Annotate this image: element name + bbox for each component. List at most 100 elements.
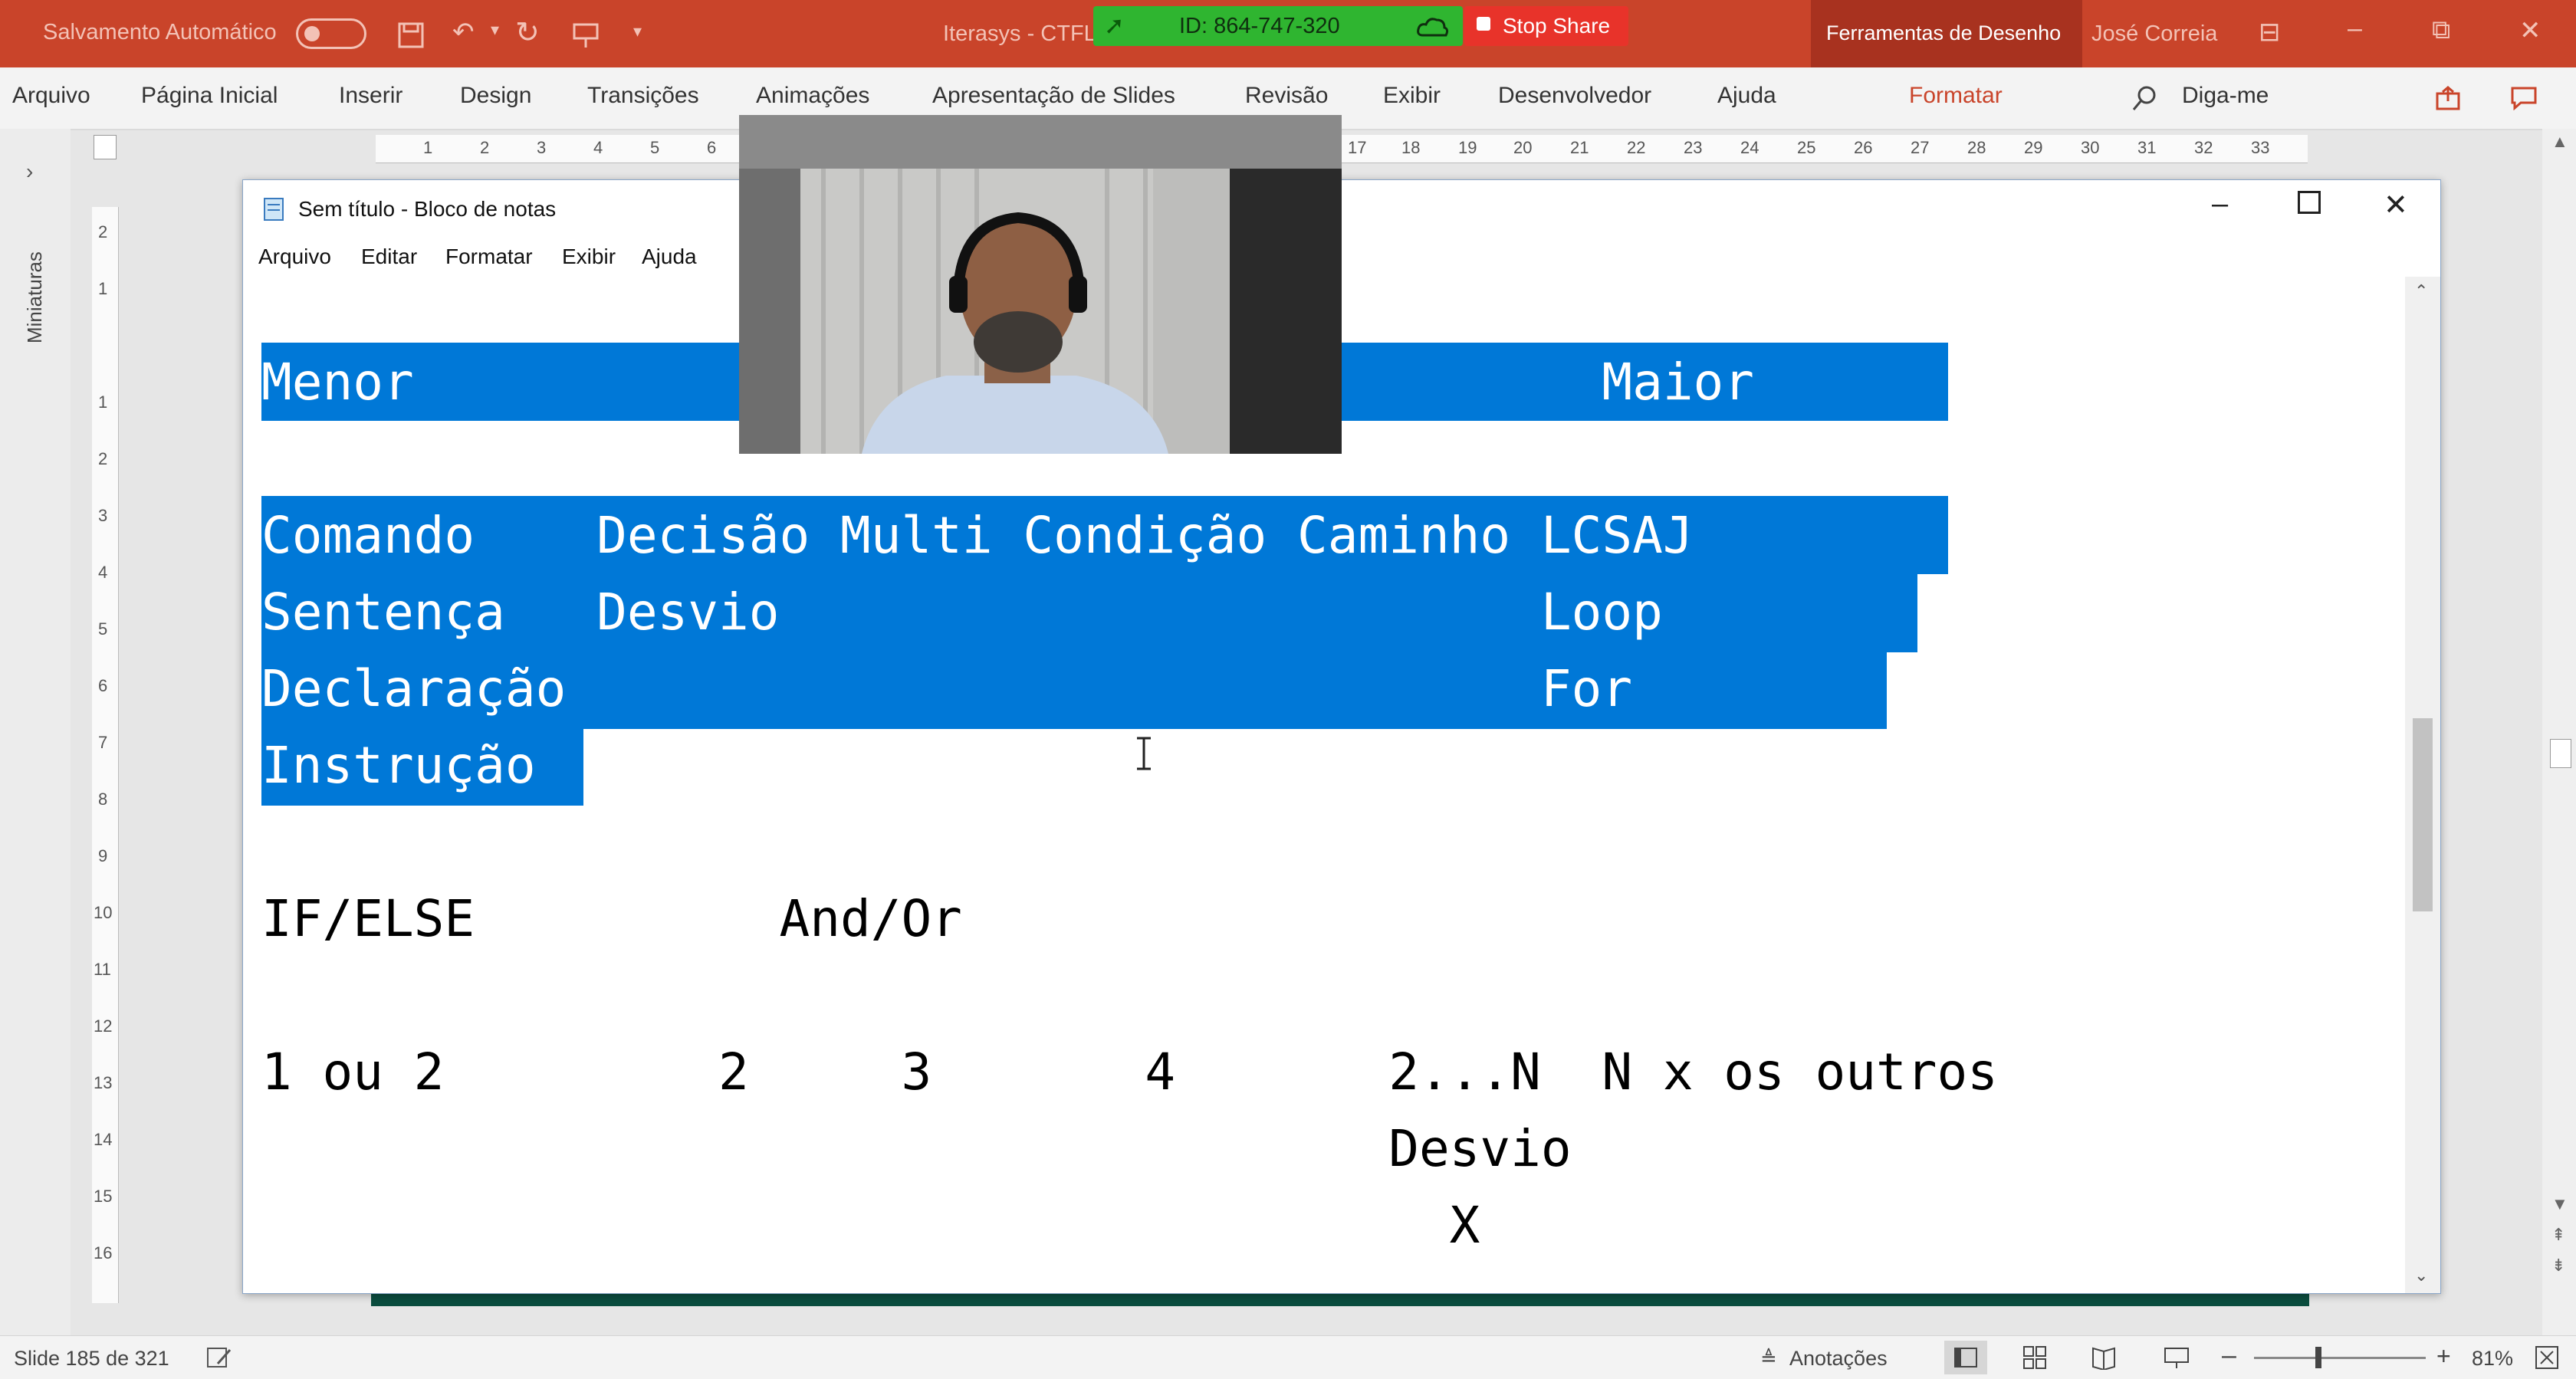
tell-me-input[interactable]: Diga-me xyxy=(2182,83,2269,109)
notepad-window[interactable]: Sem título - Bloco de notas – ✕ Arquivo … xyxy=(242,179,2441,1294)
ruler-number: 2 xyxy=(480,138,490,157)
present-icon[interactable] xyxy=(572,21,600,49)
menu-arquivo[interactable]: Arquivo xyxy=(258,245,331,269)
stop-share-button[interactable]: Stop Share xyxy=(1464,6,1628,46)
document-title: Iterasys - CTFL xyxy=(943,21,1096,46)
thumbnails-label[interactable]: Miniaturas xyxy=(23,251,47,343)
zoom-level[interactable]: 81% xyxy=(2472,1347,2513,1371)
ruler-number: 14 xyxy=(94,1130,113,1149)
notepad-minimize-icon[interactable]: – xyxy=(2212,188,2228,221)
restore-icon[interactable]: ⧉ xyxy=(2432,15,2450,45)
autosave-toggle[interactable] xyxy=(296,18,366,49)
customize-qat-icon[interactable]: ▾ xyxy=(633,21,642,41)
notepad-title-bar[interactable]: Sem título - Bloco de notas – ✕ xyxy=(243,180,2440,238)
ruler-number: 2 xyxy=(98,449,108,468)
close-icon[interactable]: ✕ xyxy=(2519,15,2542,46)
notes-button[interactable]: Anotações xyxy=(1789,1347,1888,1371)
drawing-tools-label: Ferramentas de Desenho xyxy=(1826,21,2062,44)
presenter-video-image xyxy=(739,115,1342,454)
ruler-number: 30 xyxy=(2081,138,2100,157)
notepad-scrollbar[interactable]: ⌃ ⌄ xyxy=(2405,277,2440,1293)
notepad-close-icon[interactable]: ✕ xyxy=(2384,188,2408,222)
text-line: Comando Decisão Multi Condição Caminho L… xyxy=(261,506,1694,565)
tab-formatar[interactable]: Formatar xyxy=(1909,83,2003,109)
tab-inserir[interactable]: Inserir xyxy=(339,83,402,109)
ruler-number: 5 xyxy=(98,619,108,639)
slideshow-icon[interactable] xyxy=(2164,1345,2190,1370)
vertical-ruler[interactable]: 2 1 1 2 3 4 5 6 7 8 9 10 11 12 13 14 15 … xyxy=(92,207,119,1303)
reading-view-icon[interactable] xyxy=(2091,1345,2118,1370)
notepad-maximize-icon[interactable] xyxy=(2298,191,2321,214)
scroll-thumb[interactable] xyxy=(2550,739,2571,768)
tab-apresentacao[interactable]: Apresentação de Slides xyxy=(932,83,1175,109)
normal-view-button[interactable] xyxy=(1944,1341,1987,1374)
tab-design[interactable]: Design xyxy=(460,83,531,109)
ruler-number: 25 xyxy=(1797,138,1816,157)
undo-dropdown-icon[interactable]: ▾ xyxy=(491,20,499,40)
slide-scrollbar[interactable]: ▲ ▼ ⇞ ⇟ xyxy=(2542,129,2576,1335)
ruler-number: 27 xyxy=(1911,138,1930,157)
ruler-number: 33 xyxy=(2251,138,2270,157)
cloud-icon[interactable] xyxy=(1415,14,1449,38)
next-slide-icon[interactable]: ⇟ xyxy=(2551,1256,2565,1276)
comments-icon[interactable] xyxy=(2510,86,2538,110)
menu-ajuda[interactable]: Ajuda xyxy=(642,245,697,269)
ruler-number: 28 xyxy=(1967,138,1986,157)
ruler-number: 13 xyxy=(94,1073,113,1092)
ruler-number: 6 xyxy=(98,676,108,695)
drawing-tools-tab: Ferramentas de Desenho xyxy=(1811,0,2082,67)
zoom-slider-thumb[interactable] xyxy=(2315,1347,2321,1368)
ruler-number: 19 xyxy=(1458,138,1477,157)
tab-animacoes[interactable]: Animações xyxy=(756,83,869,109)
menu-formatar[interactable]: Formatar xyxy=(445,245,533,269)
minimize-icon[interactable]: – xyxy=(2348,14,2362,44)
spell-check-icon[interactable] xyxy=(205,1345,233,1370)
tab-revisao[interactable]: Revisão xyxy=(1245,83,1328,109)
zoom-out-icon[interactable]: – xyxy=(2222,1341,2236,1371)
menu-editar[interactable]: Editar xyxy=(361,245,417,269)
horizontal-ruler[interactable]: 1 2 3 4 5 6 17 18 19 20 21 22 23 24 25 2… xyxy=(376,135,2308,163)
ruler-number: 1 xyxy=(98,392,108,412)
expand-thumbnails-icon[interactable]: › xyxy=(26,159,33,184)
menu-exibir[interactable]: Exibir xyxy=(562,245,616,269)
zoom-slider[interactable] xyxy=(2254,1357,2426,1359)
ruler-number: 26 xyxy=(1854,138,1873,157)
tab-pagina-inicial[interactable]: Página Inicial xyxy=(141,83,278,109)
save-icon[interactable] xyxy=(397,21,425,49)
ruler-number: 11 xyxy=(94,960,111,979)
ruler-number: 1 xyxy=(423,138,433,157)
scroll-down-icon[interactable]: ▼ xyxy=(2551,1194,2568,1214)
thumbnails-pane: › Miniaturas xyxy=(0,129,71,1335)
previous-slide-icon[interactable]: ⇞ xyxy=(2551,1225,2565,1245)
user-name[interactable]: José Correia xyxy=(2091,21,2217,47)
notepad-scroll-down-icon[interactable]: ⌄ xyxy=(2414,1266,2428,1285)
ruler-number: 16 xyxy=(94,1243,113,1262)
notepad-scroll-thumb[interactable] xyxy=(2413,718,2433,911)
ruler-number: 22 xyxy=(1627,138,1646,157)
ribbon-display-icon[interactable]: ⊟ xyxy=(2259,17,2281,48)
ruler-number: 31 xyxy=(2137,138,2157,157)
slide-sorter-icon[interactable] xyxy=(2022,1345,2049,1370)
session-id: ID: 864-747-320 xyxy=(1179,14,1340,38)
text-line: IF/ELSE And/Or xyxy=(261,889,962,948)
undo-icon[interactable]: ↶ xyxy=(452,17,475,48)
tab-transicoes[interactable]: Transições xyxy=(587,83,699,109)
tab-stop-selector[interactable] xyxy=(94,135,117,159)
scroll-up-icon[interactable]: ▲ xyxy=(2551,132,2568,152)
tab-ajuda[interactable]: Ajuda xyxy=(1717,83,1776,109)
search-icon[interactable] xyxy=(2131,84,2159,112)
tab-arquivo[interactable]: Arquivo xyxy=(12,83,90,109)
share-arrow-icon[interactable]: ➚ xyxy=(1104,11,1125,40)
redo-icon[interactable]: ↻ xyxy=(515,15,540,50)
notes-icon[interactable]: ≜ xyxy=(1760,1347,1777,1371)
tab-exibir[interactable]: Exibir xyxy=(1383,83,1441,109)
zoom-in-icon[interactable]: + xyxy=(2436,1342,2451,1371)
text-line: Desvio xyxy=(261,1119,1572,1178)
ruler-number: 3 xyxy=(537,138,547,157)
tab-desenvolvedor[interactable]: Desenvolvedor xyxy=(1498,83,1651,109)
ruler-number: 23 xyxy=(1684,138,1703,157)
fit-to-window-icon[interactable] xyxy=(2535,1345,2561,1370)
share-icon[interactable] xyxy=(2435,86,2461,110)
notepad-scroll-up-icon[interactable]: ⌃ xyxy=(2414,281,2428,301)
screen-share-bar: ➚ ID: 864-747-320 xyxy=(1093,6,1463,46)
